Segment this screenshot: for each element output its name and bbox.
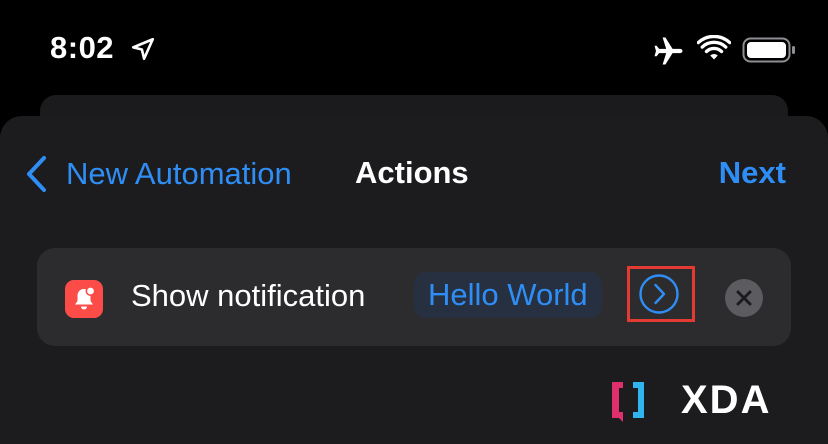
notification-text-token[interactable]: Hello World <box>414 272 602 318</box>
wifi-icon <box>697 35 731 60</box>
next-button[interactable]: Next <box>719 155 786 191</box>
location-arrow-icon <box>131 37 155 61</box>
back-button[interactable]: New Automation <box>24 150 292 198</box>
back-label: New Automation <box>66 156 292 191</box>
xda-watermark: XDA <box>609 378 771 422</box>
xda-logo-text: XDA <box>681 377 772 422</box>
status-bar: 8:02 <box>0 0 828 100</box>
action-label: Show notification <box>131 278 366 313</box>
chevron-left-icon <box>27 156 46 192</box>
nav-bar: New Automation Actions Next <box>0 146 828 202</box>
status-time: 8:02 <box>50 30 115 65</box>
notification-bell-icon <box>65 280 103 318</box>
page-title: Actions <box>355 155 469 190</box>
close-icon <box>736 290 752 306</box>
airplane-icon <box>654 37 683 65</box>
chevron-right-circle-icon[interactable] <box>638 273 680 315</box>
screen: 8:02 New Automation Actions Next Show no… <box>0 0 828 444</box>
xda-bracket-icon <box>612 382 644 422</box>
battery-icon <box>742 37 795 63</box>
remove-action-button[interactable] <box>725 279 763 317</box>
action-card[interactable]: Show notification Hello World <box>37 248 791 346</box>
